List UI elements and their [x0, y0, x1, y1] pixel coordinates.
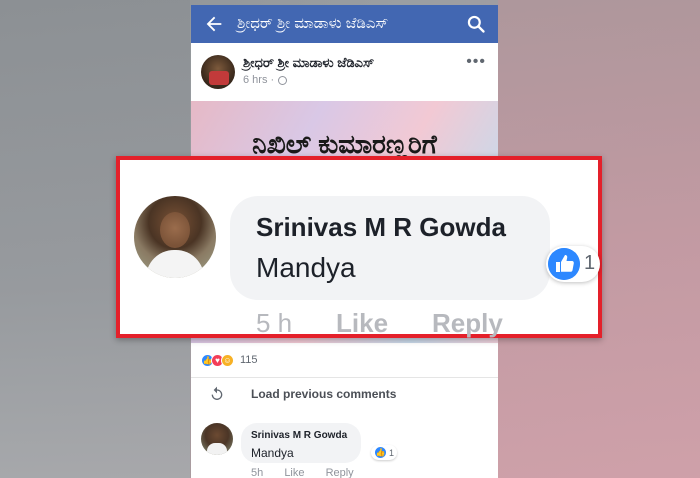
post-author-avatar[interactable] — [201, 55, 235, 89]
search-icon[interactable] — [466, 14, 486, 34]
zoomed-comment-text: Mandya — [256, 252, 356, 283]
like-icon: 👍 — [374, 446, 387, 459]
comment-like-badge[interactable]: 👍 1 — [371, 445, 398, 460]
load-previous-label: Load previous comments — [251, 387, 397, 401]
reactions-summary[interactable]: 👍 ♥ ☺ 115 — [191, 343, 498, 377]
commenter-name[interactable]: Srinivas M R Gowda — [251, 430, 347, 441]
comment: Srinivas M R Gowda Mandya 👍 1 5h Like Re… — [191, 409, 498, 478]
zoomed-commenter-avatar — [134, 196, 216, 278]
comment-bubble[interactable]: Srinivas M R Gowda Mandya — [241, 423, 361, 463]
comment-like-count: 1 — [389, 447, 395, 458]
zoomed-comment-actions: 5 h Like Reply — [256, 308, 503, 339]
zoomed-comment-time: 5 h — [256, 308, 293, 338]
like-action[interactable]: Like — [284, 467, 304, 478]
top-bar: ಶ್ರೀಧರ್ ಶ್ರೀ ಮಾಡಾಳು ಜೆಡಿಎಸ್ — [191, 5, 498, 43]
globe-icon — [278, 76, 287, 85]
zoomed-reply-action: Reply — [432, 308, 503, 338]
post-timestamp[interactable]: 6 hrs · — [243, 74, 274, 86]
zoomed-like-action: Like — [336, 308, 389, 338]
zoomed-commenter-name: Srinivas M R Gowda — [256, 212, 506, 242]
ellipsis-icon[interactable]: ••• — [466, 53, 486, 71]
commenter-avatar[interactable] — [201, 423, 233, 455]
arrow-left-icon[interactable] — [203, 13, 225, 35]
zoomed-comment-bubble: Srinivas M R Gowda Mandya — [230, 196, 550, 300]
comment-text: Mandya — [251, 446, 294, 460]
page-title: ಶ್ರೀಧರ್ ಶ್ರೀ ಮಾಡಾಳು ಜೆಡಿಎಸ್ — [237, 15, 389, 32]
comment-time: 5h — [251, 467, 264, 478]
zoomed-like-badge: 1 — [546, 246, 600, 282]
zoomed-comment-callout: Srinivas M R Gowda Mandya 1 5 h Like Rep… — [116, 156, 602, 338]
reply-action[interactable]: Reply — [326, 467, 354, 478]
post-author-name[interactable]: ಶ್ರೀಧರ್ ಶ್ರೀ ಮಾಡಾಳು ಜೆಡಿಎಸ್ — [243, 55, 374, 71]
like-icon — [548, 248, 580, 280]
refresh-icon — [211, 386, 223, 400]
zoomed-like-count: 1 — [584, 252, 596, 274]
comment-actions: 5h Like Reply — [251, 467, 372, 478]
load-previous-comments[interactable]: Load previous comments — [191, 377, 498, 409]
reaction-count: 115 — [240, 354, 258, 366]
haha-reaction-icon: ☺ — [221, 353, 234, 367]
